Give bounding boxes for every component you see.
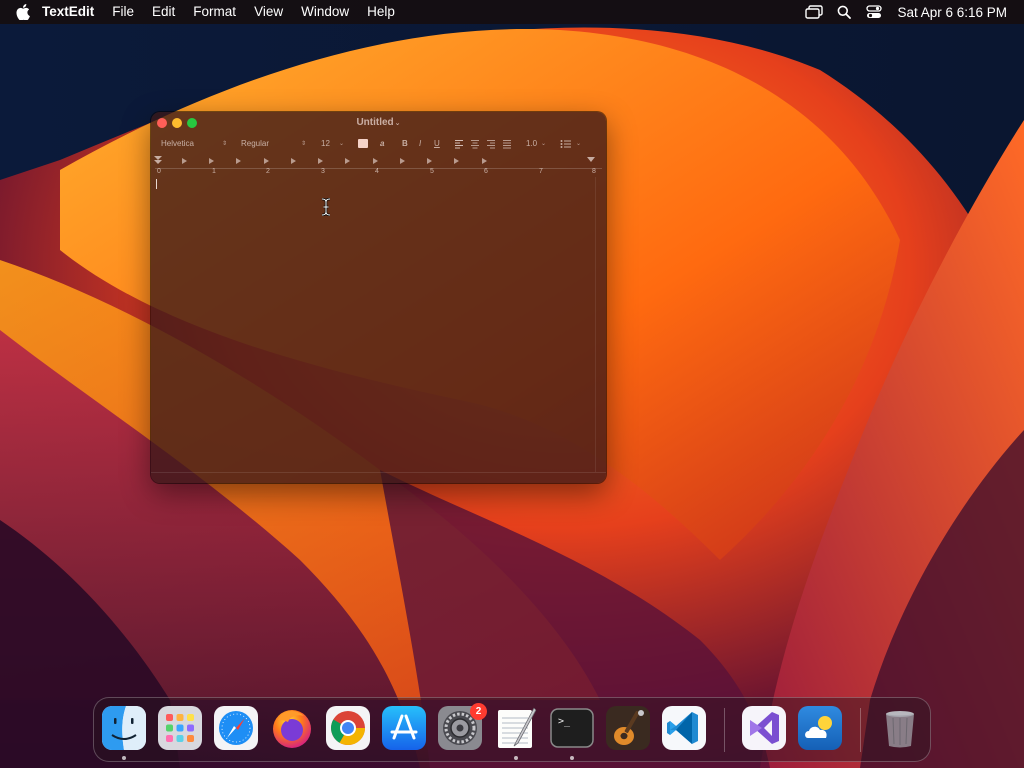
format-toolbar: Helvetica ⇕ Regular ⇕ 12 ⌄ a B I U 1.0 ⌄ [151, 136, 606, 152]
firefox-icon[interactable] [270, 706, 314, 750]
launchpad-icon[interactable] [158, 706, 202, 750]
dock-separator [860, 708, 861, 752]
chevron-down-icon[interactable]: ⌄ [541, 140, 546, 147]
spotlight-search-icon[interactable] [829, 0, 859, 24]
running-indicator [514, 756, 518, 760]
ruler-number: 1 [212, 168, 216, 175]
tab-stop-marker[interactable] [291, 158, 296, 164]
menu-view[interactable]: View [245, 0, 292, 24]
app-store-icon[interactable] [382, 706, 426, 750]
bold-button[interactable]: B [402, 139, 408, 148]
chevron-down-icon: ⌄ [394, 120, 401, 127]
list-bullets-icon[interactable] [560, 139, 572, 149]
notification-badge: 2 [470, 703, 487, 720]
font-size-field[interactable]: 12 [321, 139, 330, 148]
tab-stop-marker[interactable] [400, 158, 405, 164]
dock-separator [724, 708, 725, 752]
terminal-prompt: >_ [558, 716, 571, 727]
font-style-select[interactable]: Regular [241, 139, 269, 148]
line-spacing-select[interactable]: 1.0 [526, 139, 537, 148]
tab-stop-marker[interactable] [264, 158, 269, 164]
window-titlebar[interactable]: Untitled⌄ [151, 112, 606, 134]
text-caret [156, 179, 157, 189]
text-color-swatch[interactable] [358, 139, 368, 148]
tab-stop-marker[interactable] [373, 158, 378, 164]
terminal-icon[interactable]: >_ [550, 706, 594, 750]
align-justify-icon[interactable] [503, 140, 511, 149]
textedit-window: Untitled⌄ Helvetica ⇕ Regular ⇕ 12 ⌄ a B… [151, 112, 606, 483]
ruler-number: 5 [430, 168, 434, 175]
italic-button[interactable]: I [419, 139, 421, 148]
tab-stop-marker[interactable] [454, 158, 459, 164]
first-line-indent-marker[interactable] [154, 156, 163, 164]
ruler-number: 2 [266, 168, 270, 175]
running-indicator [122, 756, 126, 760]
window-bottom-edge [151, 472, 606, 473]
trash-icon[interactable] [878, 706, 922, 750]
apple-logo-icon[interactable] [0, 4, 36, 20]
ruler-number: 0 [157, 168, 161, 175]
control-center-icon[interactable] [859, 0, 889, 24]
running-indicator [570, 756, 574, 760]
textedit-icon[interactable] [494, 706, 538, 750]
align-right-icon[interactable] [487, 140, 495, 149]
ruler-number: 8 [592, 168, 596, 175]
align-left-icon[interactable] [455, 140, 463, 149]
window-title[interactable]: Untitled⌄ [151, 117, 606, 128]
garageband-icon[interactable] [606, 706, 650, 750]
menu-app-textedit[interactable]: TextEdit [36, 0, 103, 24]
right-margin-marker[interactable] [587, 157, 596, 163]
tab-stop-marker[interactable] [482, 158, 487, 164]
align-center-icon[interactable] [471, 140, 479, 149]
font-family-stepper-icon[interactable]: ⇕ [222, 140, 227, 147]
document-text-area[interactable] [153, 177, 595, 472]
ruler-number: 4 [375, 168, 379, 175]
menu-bar: TextEdit File Edit Format View Window He… [0, 0, 1024, 24]
menu-window[interactable]: Window [292, 0, 358, 24]
highlight-color-button[interactable]: a [380, 139, 384, 148]
ibeam-cursor-icon [321, 198, 331, 216]
weather-icon[interactable] [798, 706, 842, 750]
underline-button[interactable]: U [434, 139, 440, 148]
dock: 2 >_ [93, 697, 931, 762]
finder-icon[interactable] [102, 706, 146, 750]
menu-help[interactable]: Help [358, 0, 404, 24]
tab-stop-marker[interactable] [182, 158, 187, 164]
chevron-down-icon[interactable]: ⌄ [576, 140, 581, 147]
tab-stop-marker[interactable] [427, 158, 432, 164]
vscode-icon[interactable] [662, 706, 706, 750]
menu-edit[interactable]: Edit [143, 0, 184, 24]
ruler-number: 7 [539, 168, 543, 175]
tab-stop-marker[interactable] [209, 158, 214, 164]
window-title-text: Untitled [356, 117, 394, 128]
safari-icon[interactable] [214, 706, 258, 750]
tab-stop-marker[interactable] [318, 158, 323, 164]
tab-stop-marker[interactable] [236, 158, 241, 164]
visual-studio-icon[interactable] [742, 706, 786, 750]
menu-file[interactable]: File [103, 0, 143, 24]
font-family-select[interactable]: Helvetica [161, 139, 194, 148]
menu-format[interactable]: Format [184, 0, 245, 24]
ruler-number: 6 [484, 168, 488, 175]
font-style-stepper-icon[interactable]: ⇕ [301, 140, 306, 147]
ruler[interactable]: 0 1 2 3 4 5 6 7 8 [154, 155, 602, 177]
vertical-scrollbar[interactable] [595, 177, 604, 472]
chevron-down-icon[interactable]: ⌄ [339, 140, 344, 147]
tab-stop-marker[interactable] [345, 158, 350, 164]
ruler-number: 3 [321, 168, 325, 175]
screen-mirroring-icon[interactable] [799, 0, 829, 24]
chrome-icon[interactable] [326, 706, 370, 750]
menubar-clock[interactable]: Sat Apr 6 6:16 PM [889, 5, 1024, 20]
